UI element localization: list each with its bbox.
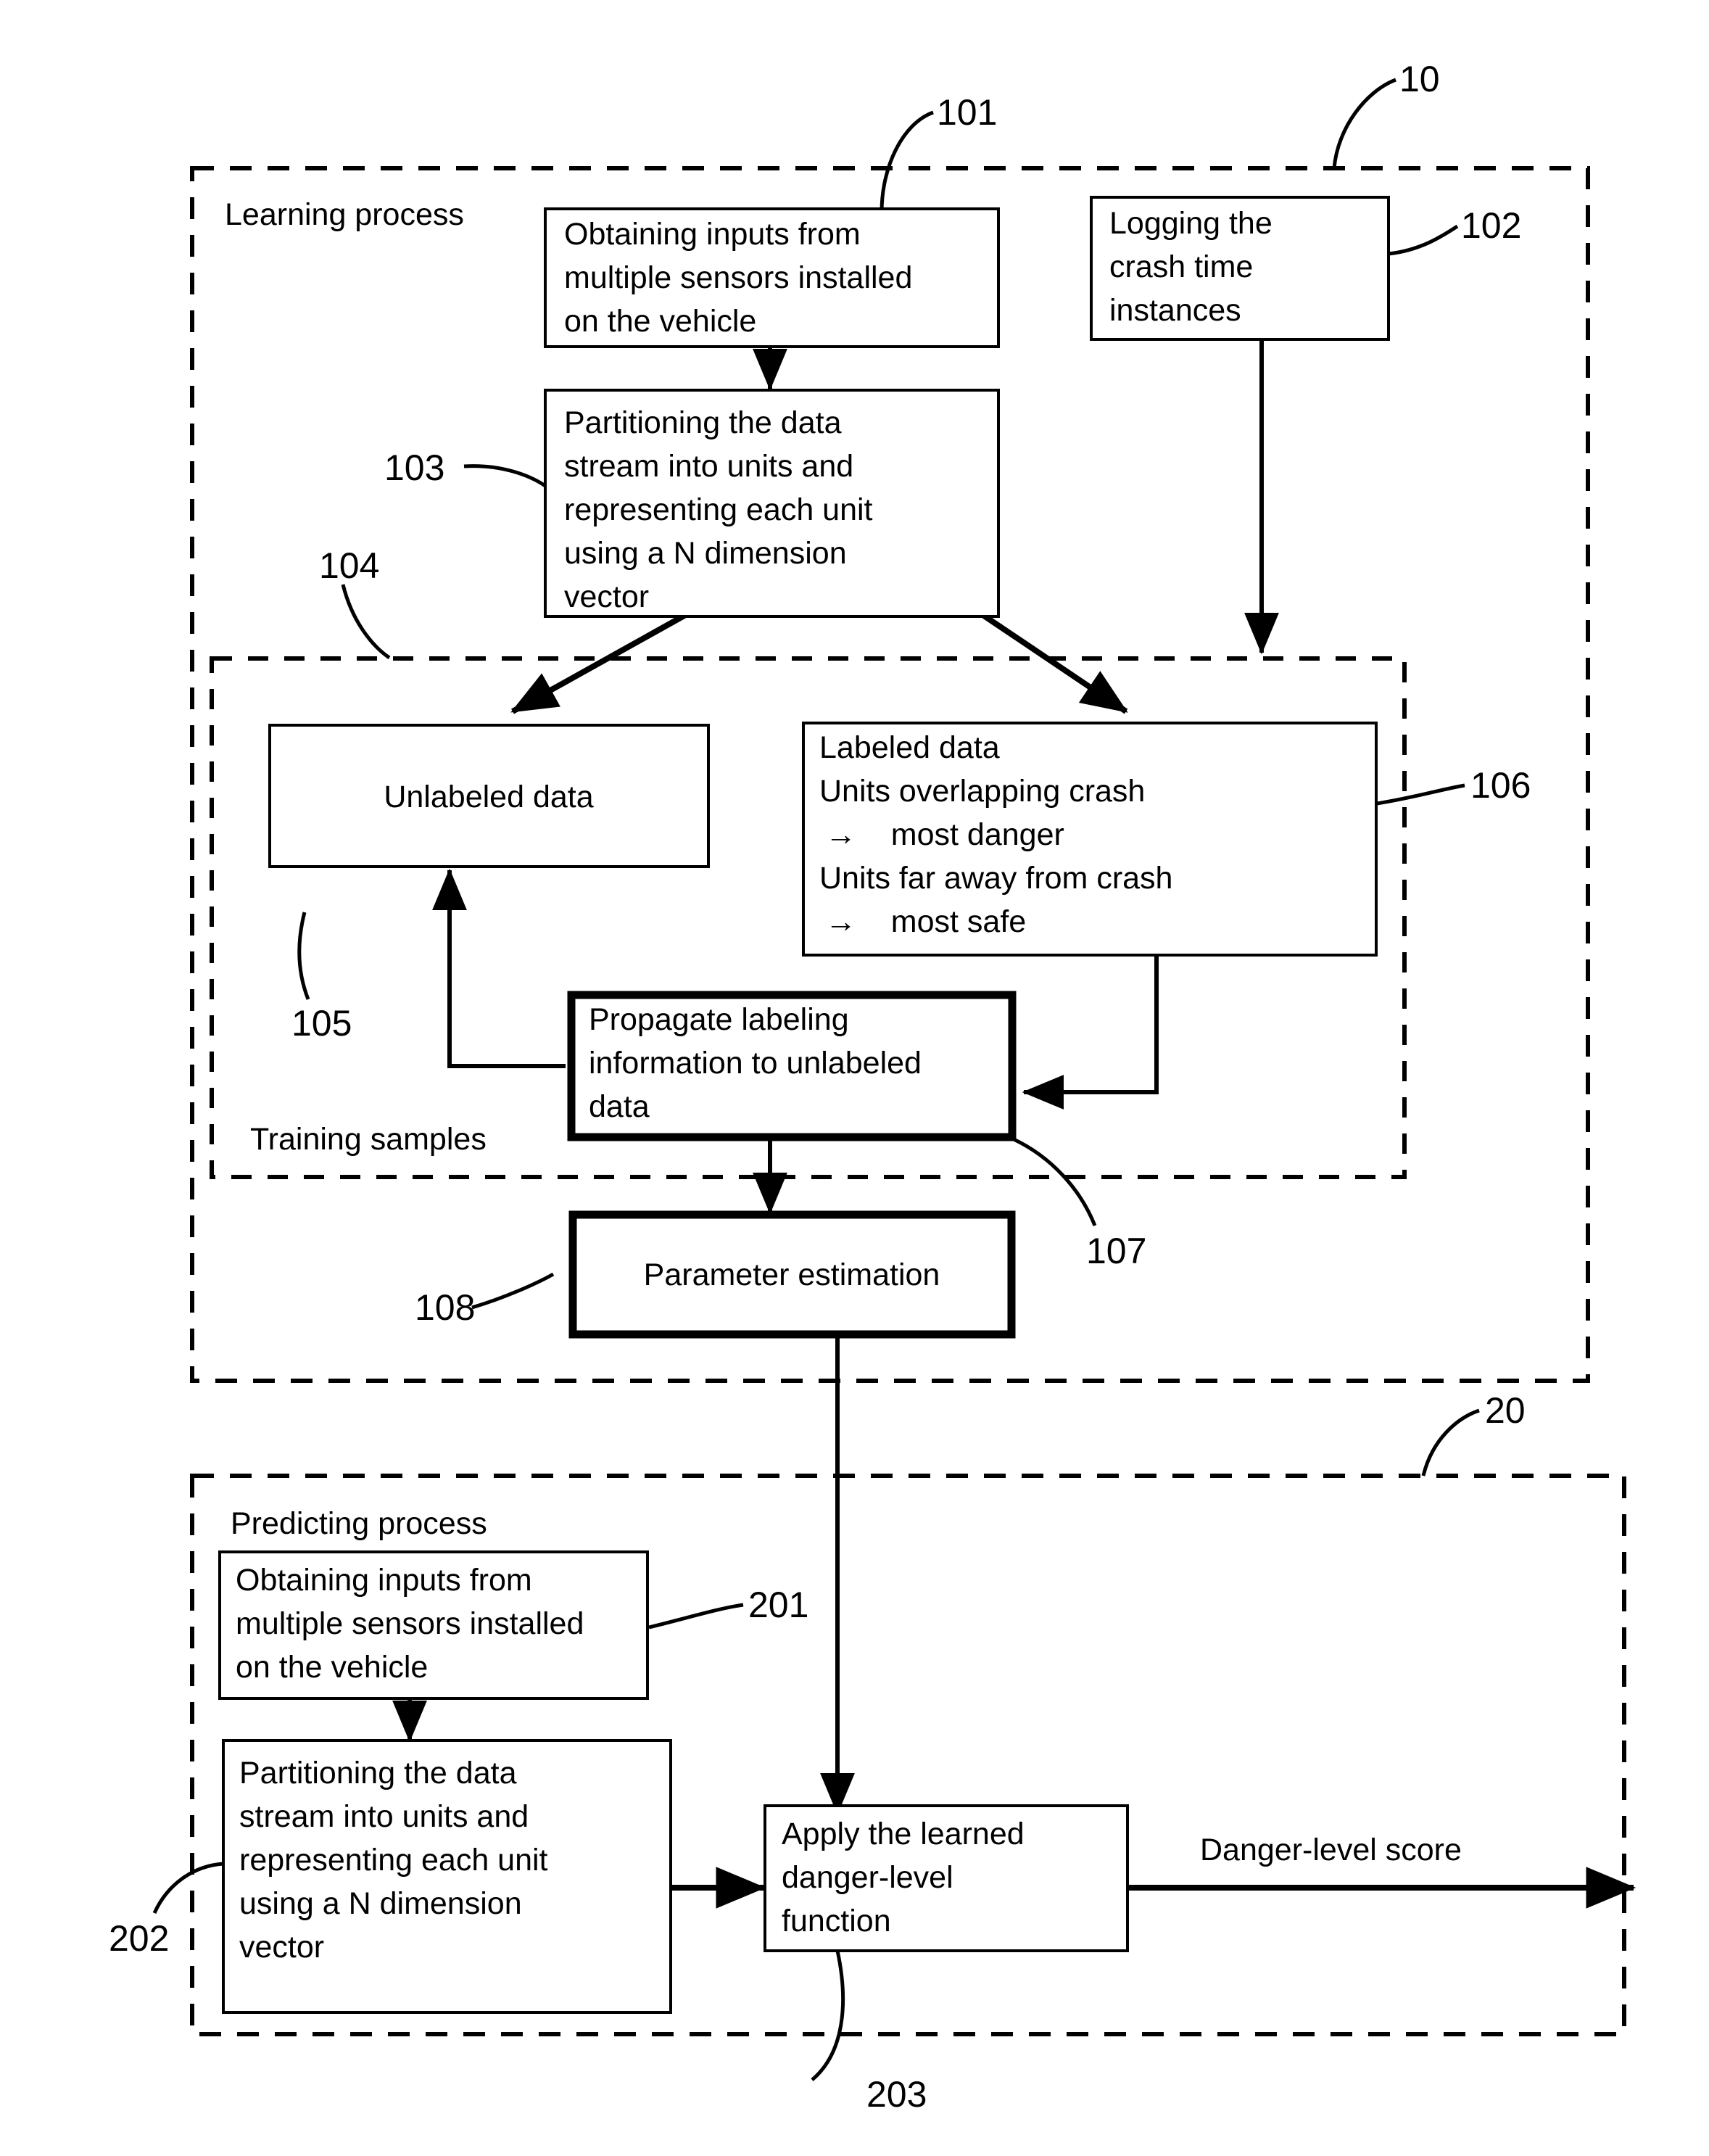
ref-202: 202 bbox=[109, 1918, 169, 1959]
node-unlabeled-data-text: Unlabeled data bbox=[384, 780, 593, 814]
line: Partitioning the data bbox=[239, 1756, 517, 1791]
ref-102: 102 bbox=[1461, 205, 1521, 246]
line: vector bbox=[239, 1930, 324, 1965]
training-samples-label: Training samples bbox=[250, 1122, 487, 1157]
flowchart-canvas: Learning process Training samples Predic… bbox=[109, 59, 1636, 2115]
line: on the vehicle bbox=[236, 1650, 428, 1685]
line: Labeled data bbox=[819, 730, 1000, 765]
line: Units overlapping crash bbox=[819, 774, 1145, 809]
leader-203 bbox=[811, 1950, 845, 2081]
line: danger-level bbox=[782, 1860, 953, 1895]
leader-20 bbox=[1421, 1408, 1480, 1476]
line: Logging the bbox=[1109, 206, 1273, 241]
line: representing each unit bbox=[239, 1843, 548, 1878]
line: Units far away from crash bbox=[819, 861, 1172, 896]
leader-104 bbox=[341, 584, 391, 660]
ref-105: 105 bbox=[291, 1003, 352, 1044]
leader-102 bbox=[1388, 224, 1459, 256]
leader-10 bbox=[1332, 78, 1396, 169]
ref-103: 103 bbox=[384, 447, 444, 488]
line: Obtaining inputs from bbox=[236, 1563, 532, 1598]
line: function bbox=[782, 1904, 891, 1938]
line: information to unlabeled bbox=[589, 1046, 922, 1081]
line: → most safe bbox=[825, 904, 1026, 939]
line: using a N dimension bbox=[564, 536, 847, 571]
line: vector bbox=[564, 579, 649, 614]
ref-107: 107 bbox=[1086, 1231, 1146, 1271]
ref-20: 20 bbox=[1485, 1390, 1526, 1431]
output-edge-label: Danger-level score bbox=[1200, 1833, 1462, 1867]
patent-figure-page: Learning process Training samples Predic… bbox=[0, 0, 1709, 2156]
line: stream into units and bbox=[239, 1799, 529, 1834]
line: using a N dimension bbox=[239, 1886, 522, 1921]
leader-103 bbox=[463, 464, 547, 488]
line: multiple sensors installed bbox=[236, 1606, 584, 1641]
line: → most danger bbox=[825, 817, 1064, 852]
line: data bbox=[589, 1089, 650, 1124]
leader-105 bbox=[297, 912, 310, 1000]
leader-107 bbox=[1011, 1136, 1097, 1226]
line: crash time bbox=[1109, 249, 1253, 284]
line: Propagate labeling bbox=[589, 1002, 849, 1037]
learning-process-label: Learning process bbox=[225, 197, 464, 232]
line: stream into units and bbox=[564, 449, 853, 484]
line: Parameter estimation bbox=[644, 1257, 940, 1292]
line: instances bbox=[1109, 293, 1241, 328]
leader-201 bbox=[648, 1603, 744, 1630]
node-parameter-estimation-text: Parameter estimation bbox=[644, 1257, 940, 1292]
line: Partitioning the data bbox=[564, 405, 842, 440]
line: Obtaining inputs from bbox=[564, 217, 861, 252]
leader-108 bbox=[471, 1272, 555, 1310]
leader-101 bbox=[880, 110, 934, 212]
connector-labeled-to-propagate bbox=[1022, 956, 1159, 1110]
ref-101: 101 bbox=[937, 92, 997, 133]
leader-106 bbox=[1376, 783, 1465, 806]
ref-106: 106 bbox=[1470, 765, 1531, 806]
leader-202 bbox=[152, 1862, 224, 1915]
ref-201: 201 bbox=[748, 1585, 808, 1625]
line: multiple sensors installed bbox=[564, 260, 912, 295]
ref-203: 203 bbox=[866, 2074, 927, 2115]
predicting-process-label: Predicting process bbox=[231, 1506, 487, 1541]
ref-10: 10 bbox=[1399, 59, 1440, 99]
connector-propagate-to-unlabeled bbox=[432, 868, 566, 1068]
line: Unlabeled data bbox=[384, 780, 593, 814]
ref-108: 108 bbox=[415, 1287, 475, 1328]
line: on the vehicle bbox=[564, 304, 756, 339]
ref-104: 104 bbox=[319, 545, 379, 586]
line: representing each unit bbox=[564, 492, 873, 527]
line: Apply the learned bbox=[782, 1817, 1025, 1851]
